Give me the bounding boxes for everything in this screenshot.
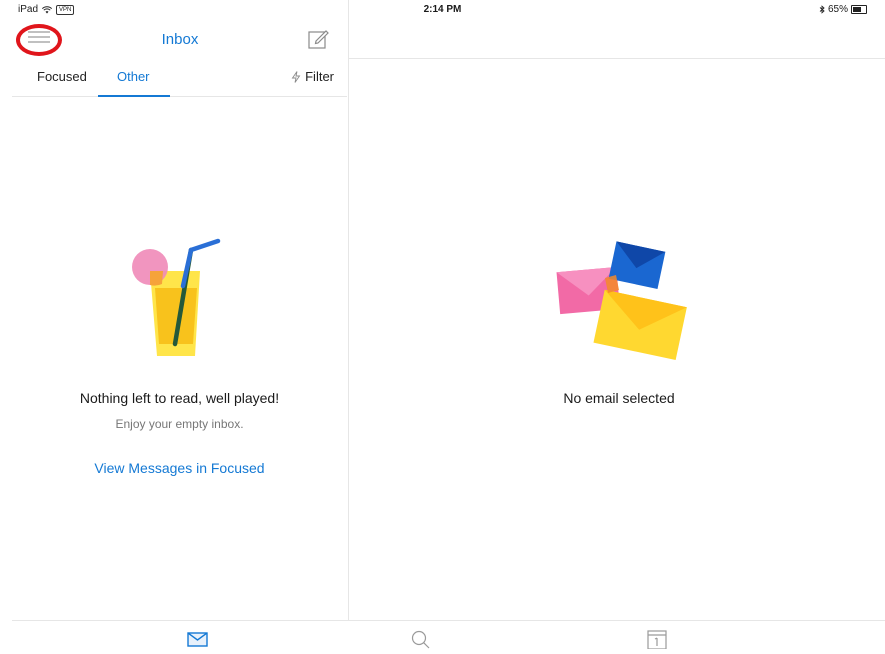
- view-focused-link[interactable]: View Messages in Focused: [12, 460, 347, 476]
- filter-label: Filter: [305, 69, 334, 84]
- battery-icon: [851, 5, 867, 14]
- compose-icon: [308, 30, 329, 49]
- mail-tabs: Focused Other Filter: [12, 62, 347, 97]
- lightning-icon: [291, 70, 301, 83]
- active-tab-indicator: [98, 95, 170, 97]
- pane-divider: [348, 0, 349, 620]
- battery-percent: 65%: [827, 4, 848, 15]
- page-title: Inbox: [161, 31, 199, 48]
- tab-other[interactable]: Other: [117, 69, 150, 84]
- clock: 2:14 PM: [423, 4, 462, 15]
- status-right: 65%: [819, 4, 867, 15]
- reading-pane-header-line: [349, 58, 885, 59]
- search-icon: [411, 630, 430, 649]
- empty-state-title: Nothing left to read, well played!: [79, 390, 280, 406]
- no-email-selected: No email selected: [563, 390, 675, 406]
- filter-button[interactable]: Filter: [291, 69, 334, 84]
- bluetooth-icon: [819, 5, 825, 14]
- tabbar-search[interactable]: [409, 629, 433, 649]
- bottom-tabbar: [0, 621, 885, 653]
- tab-focused[interactable]: Focused: [37, 69, 87, 84]
- lemonade-illustration: [132, 238, 221, 356]
- compose-button[interactable]: [307, 28, 329, 50]
- calendar-icon: [647, 630, 667, 650]
- empty-state-subtitle: Enjoy your empty inbox.: [115, 417, 244, 431]
- tabbar-calendar[interactable]: [645, 629, 669, 650]
- tabbar-mail[interactable]: [186, 629, 210, 649]
- status-bar: iPad VPN 2:14 PM 65%: [0, 0, 885, 20]
- envelopes-illustration: [556, 241, 687, 361]
- mail-icon: [187, 632, 208, 647]
